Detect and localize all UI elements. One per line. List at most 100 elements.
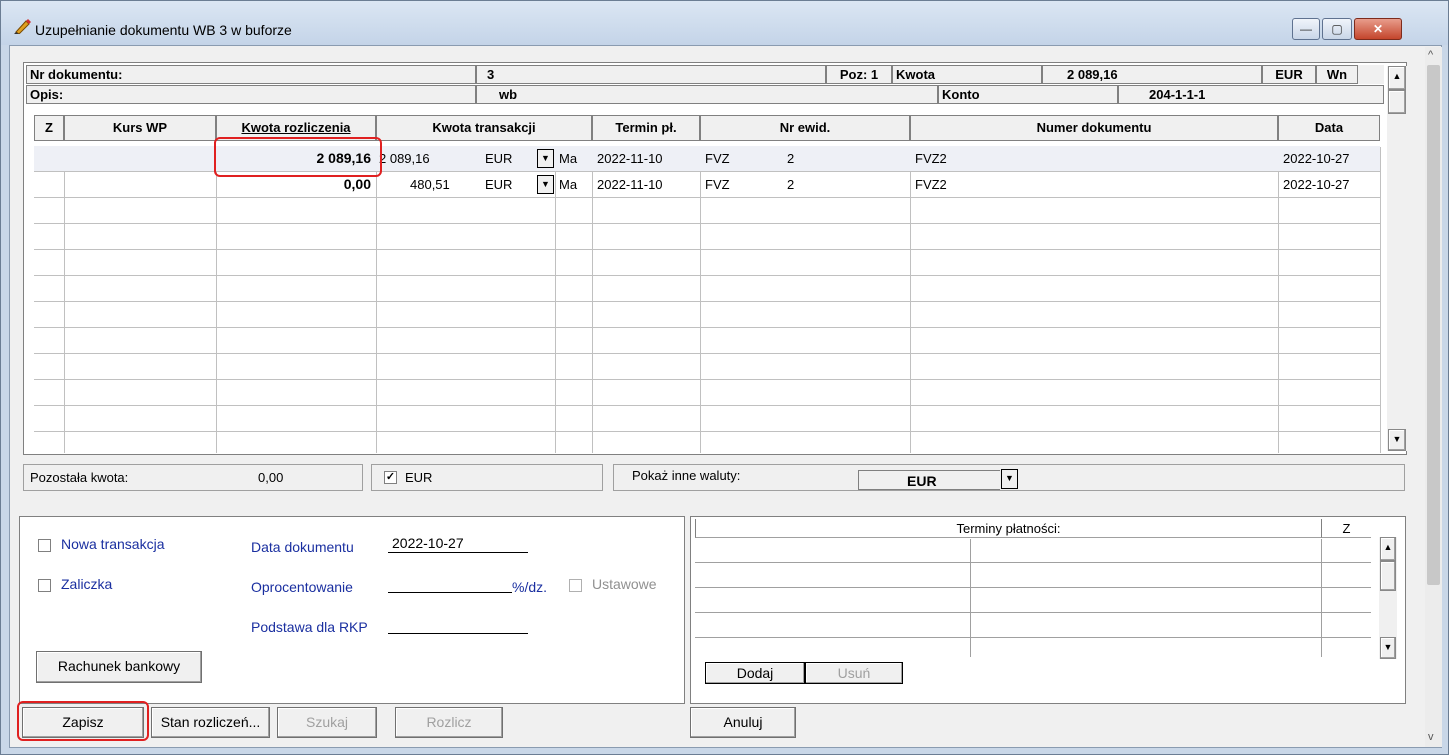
column-data[interactable]: Data: [1278, 115, 1380, 141]
currency-cell[interactable]: EUR: [482, 172, 522, 197]
column-numer-dokumentu[interactable]: Numer dokumentu: [910, 115, 1278, 141]
currency-combo-dropdown[interactable]: ▼: [1001, 469, 1018, 489]
data-dokumentu-field[interactable]: 2022-10-27: [388, 533, 528, 553]
kwota-transakcji-cell[interactable]: 2 089,16: [376, 146, 456, 171]
grid-line: [1380, 147, 1381, 453]
table-row[interactable]: [34, 354, 1380, 380]
nr-dokumentu-value: 3: [476, 65, 826, 84]
ustawowe-label: Ustawowe: [592, 576, 657, 592]
side-cell[interactable]: Ma: [556, 172, 592, 197]
ewid-type-cell[interactable]: FVZ: [702, 172, 762, 197]
szukaj-button[interactable]: Szukaj: [277, 707, 377, 738]
table-row[interactable]: [34, 406, 1380, 432]
other-currencies-panel: Pokaż inne waluty: EUR ▼: [613, 464, 1405, 491]
table-row[interactable]: [34, 276, 1380, 302]
side-value: Wn: [1316, 65, 1358, 84]
data-dokumentu-label: Data dokumentu: [251, 539, 354, 555]
currency-dropdown[interactable]: ▼: [537, 149, 554, 168]
scroll-up-button[interactable]: ▲: [1380, 537, 1396, 561]
eur-checkbox[interactable]: ✓: [384, 471, 397, 484]
zaliczka-checkbox[interactable]: [38, 579, 51, 592]
scroll-down-icon: ▼: [1392, 434, 1402, 444]
scroll-up-icon: ▲: [1383, 542, 1393, 552]
payment-terms-scrollbar[interactable]: ▲ ▼: [1379, 537, 1397, 659]
table-row[interactable]: [34, 380, 1380, 406]
cancel-button[interactable]: Anuluj: [690, 707, 796, 738]
payment-terms-header: Terminy płatności:: [695, 519, 1321, 538]
column-z[interactable]: Z: [34, 115, 64, 141]
nowa-transakcja-label[interactable]: Nowa transakcja: [61, 536, 165, 552]
konto-label: Konto: [938, 85, 1118, 104]
termin-cell[interactable]: 2022-11-10: [594, 172, 698, 197]
table-row[interactable]: [34, 198, 1380, 224]
ustawowe-checkbox[interactable]: [569, 579, 582, 592]
column-nr-ewid[interactable]: Nr ewid.: [700, 115, 910, 141]
kwota-transakcji-cell[interactable]: 480,51: [376, 172, 456, 197]
currency-cell[interactable]: EUR: [482, 146, 522, 171]
podstawa-rkp-label: Podstawa dla RKP: [251, 619, 368, 635]
minimize-button[interactable]: —: [1292, 18, 1320, 40]
side-cell[interactable]: Ma: [556, 146, 592, 171]
zaliczka-label[interactable]: Zaliczka: [61, 576, 112, 592]
highlight-kwota-rozliczenia: [214, 137, 382, 177]
scroll-down-button[interactable]: ▼: [1388, 429, 1406, 451]
minimize-icon: —: [1300, 22, 1312, 36]
highlight-save-button: [17, 701, 149, 741]
scroll-thumb[interactable]: [1427, 65, 1440, 585]
chevron-down-icon[interactable]: v: [1428, 731, 1434, 743]
oprocentowanie-unit: %/dz.: [512, 579, 548, 595]
scroll-thumb[interactable]: [1388, 90, 1406, 114]
numer-dokumentu-cell[interactable]: FVZ2: [912, 146, 1272, 171]
row-divider: [695, 612, 1371, 613]
dodaj-button[interactable]: Dodaj: [705, 662, 805, 684]
ewid-nr-cell[interactable]: 2: [784, 172, 824, 197]
stan-rozliczen-button[interactable]: Stan rozliczeń...: [151, 707, 270, 738]
scroll-down-button[interactable]: ▼: [1380, 637, 1396, 659]
rachunek-bankowy-button[interactable]: Rachunek bankowy: [36, 651, 202, 683]
grid-scrollbar[interactable]: ▲ ▼: [1387, 66, 1407, 451]
kwota-value: 2 089,16: [1042, 65, 1262, 84]
opis-label: Opis:: [26, 85, 476, 104]
termin-cell[interactable]: 2022-11-10: [594, 146, 698, 171]
currency-combobox[interactable]: EUR: [858, 470, 1000, 490]
dropdown-arrow-icon: ▼: [541, 179, 550, 189]
column-termin[interactable]: Termin pł.: [592, 115, 700, 141]
maximize-icon: ▢: [1331, 22, 1343, 36]
col-divider: [1321, 539, 1322, 657]
title-bar[interactable]: Uzupełnianie dokumentu WB 3 w buforze — …: [1, 1, 1448, 45]
podstawa-rkp-field[interactable]: [388, 614, 528, 634]
table-row[interactable]: [34, 432, 1380, 452]
window-scrollbar[interactable]: ^ v: [1425, 47, 1442, 747]
data-cell[interactable]: 2022-10-27: [1280, 146, 1380, 171]
maximize-button[interactable]: ▢: [1322, 18, 1352, 40]
column-kurs-wp[interactable]: Kurs WP: [64, 115, 216, 141]
table-row[interactable]: [34, 224, 1380, 250]
oprocentowanie-label: Oprocentowanie: [251, 579, 353, 595]
chevron-up-icon[interactable]: ^: [1428, 49, 1433, 61]
ewid-type-cell[interactable]: FVZ: [702, 146, 762, 171]
kurs-wp-cell[interactable]: [64, 172, 216, 197]
column-kwota-transakcji[interactable]: Kwota transakcji: [376, 115, 592, 141]
nowa-transakcja-checkbox[interactable]: [38, 539, 51, 552]
table-row[interactable]: [34, 328, 1380, 354]
numer-dokumentu-cell[interactable]: FVZ2: [912, 172, 1272, 197]
dropdown-arrow-icon: ▼: [541, 153, 550, 163]
currency-dropdown[interactable]: ▼: [537, 175, 554, 194]
close-button[interactable]: ✕: [1354, 18, 1402, 40]
rozlicz-button[interactable]: Rozlicz: [395, 707, 503, 738]
transaction-options-panel: Nowa transakcja Zaliczka Data dokumentu …: [19, 516, 685, 704]
kurs-wp-cell[interactable]: [64, 146, 216, 171]
table-row[interactable]: [34, 302, 1380, 328]
ewid-nr-cell[interactable]: 2: [784, 146, 824, 171]
usun-button[interactable]: Usuń: [805, 662, 903, 684]
payment-terms-panel: Terminy płatności: Z ▲ ▼ Dodaj Usuń: [690, 516, 1406, 704]
dialog-client: ^ v Nr dokumentu: 3 Poz: 1 Kwota 2 089,1…: [9, 45, 1442, 748]
table-row[interactable]: [34, 250, 1380, 276]
col-divider: [970, 539, 971, 657]
remaining-panel: Pozostała kwota: 0,00: [23, 464, 363, 491]
scroll-up-button[interactable]: ▲: [1388, 66, 1406, 90]
dropdown-arrow-icon: ▼: [1005, 473, 1014, 483]
oprocentowanie-field[interactable]: [388, 573, 512, 593]
data-cell[interactable]: 2022-10-27: [1280, 172, 1380, 197]
scroll-thumb[interactable]: [1380, 561, 1396, 591]
